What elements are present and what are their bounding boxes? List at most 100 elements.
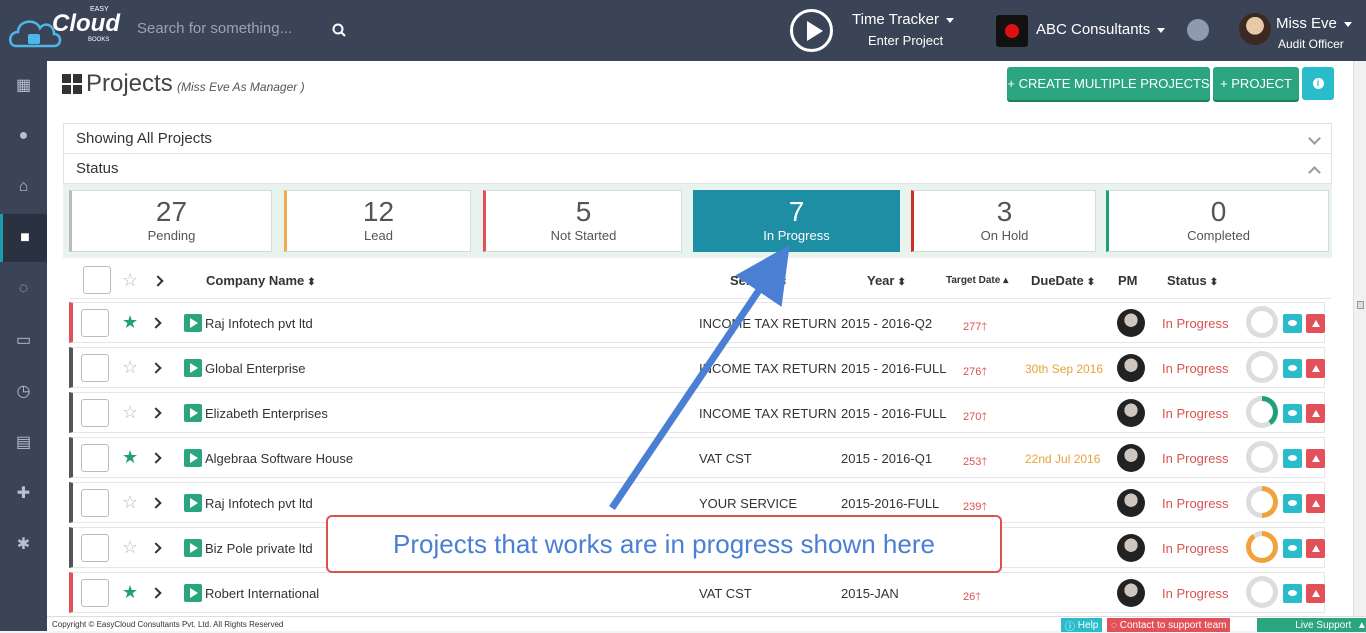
play-icon[interactable]	[184, 449, 202, 467]
view-icon[interactable]	[1283, 449, 1302, 468]
column-company[interactable]: Company Name ⬍	[206, 273, 316, 288]
showing-all-projects-panel[interactable]: Showing All Projects	[63, 123, 1332, 154]
document-icon[interactable]: ▭	[0, 316, 47, 364]
status-card-lead[interactable]: 12 Lead	[284, 190, 471, 252]
star-icon[interactable]: ☆	[122, 270, 138, 291]
user-icon[interactable]: ●	[0, 112, 47, 160]
view-icon[interactable]	[1283, 539, 1302, 558]
delete-icon[interactable]	[1306, 449, 1325, 468]
search-input[interactable]: Search for something...	[137, 20, 292, 37]
pm-avatar[interactable]	[1117, 579, 1145, 607]
expand-all-icon[interactable]	[152, 275, 164, 287]
dashboard-icon[interactable]: ▦	[0, 61, 47, 109]
delete-icon[interactable]	[1306, 404, 1325, 423]
chevron-up-icon[interactable]	[1308, 166, 1321, 179]
delete-icon[interactable]	[1306, 359, 1325, 378]
play-timer-icon[interactable]	[790, 9, 833, 52]
view-icon[interactable]	[1283, 314, 1302, 333]
newspaper-icon[interactable]: ▤	[0, 418, 47, 466]
row-checkbox[interactable]	[81, 309, 109, 337]
table-row[interactable]: ★ Raj Infotech pvt ltd INCOME TAX RETURN 20…	[69, 302, 1325, 343]
play-icon[interactable]	[184, 359, 202, 377]
expand-row-icon[interactable]	[150, 452, 162, 464]
bank-icon[interactable]: ⌂	[0, 163, 47, 211]
status-card-not-started[interactable]: 5 Not Started	[483, 190, 682, 252]
plus-icon[interactable]: ✚	[0, 469, 47, 517]
company-name[interactable]: Raj Infotech pvt ltd	[205, 496, 313, 511]
live-support-button[interactable]: Live Support ▲	[1257, 618, 1366, 632]
chat-icon[interactable]: ◌	[0, 265, 47, 313]
help-button[interactable]: ⓘ Help	[1061, 618, 1103, 633]
chevron-down-icon[interactable]	[1308, 132, 1321, 145]
search-icon[interactable]	[332, 23, 346, 37]
easycloud-logo[interactable]: Cloud EASY BOOKS	[8, 6, 123, 54]
delete-icon[interactable]	[1306, 314, 1325, 333]
star-icon[interactable]: ☆	[122, 402, 138, 423]
company-name[interactable]: Elizabeth Enterprises	[205, 406, 328, 421]
play-icon[interactable]	[184, 584, 202, 602]
view-icon[interactable]	[1283, 584, 1302, 603]
company-name[interactable]: Global Enterprise	[205, 361, 305, 376]
briefcase-icon[interactable]: ■	[0, 214, 47, 262]
star-icon[interactable]: ☆	[122, 492, 138, 513]
table-row[interactable]: ☆ Elizabeth Enterprises INCOME TAX RETURN 2…	[69, 392, 1325, 433]
play-icon[interactable]	[184, 404, 202, 422]
delete-icon[interactable]	[1306, 494, 1325, 513]
pm-avatar[interactable]	[1117, 489, 1145, 517]
row-checkbox[interactable]	[81, 489, 109, 517]
expand-row-icon[interactable]	[150, 497, 162, 509]
pm-avatar[interactable]	[1117, 399, 1145, 427]
table-row[interactable]: ★ Robert International VAT CST 2015-JAN 26🡑 I…	[69, 572, 1325, 613]
globe-icon[interactable]	[1187, 19, 1209, 41]
view-icon[interactable]	[1283, 494, 1302, 513]
pm-avatar[interactable]	[1117, 309, 1145, 337]
clock-icon[interactable]: ◷	[0, 367, 47, 415]
status-panel[interactable]: Status	[63, 153, 1332, 184]
play-icon[interactable]	[184, 314, 202, 332]
info-button[interactable]: i	[1302, 67, 1334, 100]
table-row[interactable]: ★ Algebraa Software House VAT CST 2015 - 20…	[69, 437, 1325, 478]
column-year[interactable]: Year ⬍	[867, 273, 906, 288]
scrollbar[interactable]	[1353, 61, 1366, 616]
user-menu[interactable]: Miss Eve	[1276, 15, 1352, 32]
play-icon[interactable]	[184, 539, 202, 557]
row-checkbox[interactable]	[81, 399, 109, 427]
pm-avatar[interactable]	[1117, 354, 1145, 382]
column-service[interactable]: Service ⬍	[730, 273, 788, 288]
expand-row-icon[interactable]	[150, 407, 162, 419]
status-card-on-hold[interactable]: 3 On Hold	[911, 190, 1096, 252]
gear-icon[interactable]: ✱	[0, 520, 47, 568]
pm-avatar[interactable]	[1117, 444, 1145, 472]
enter-project-link[interactable]: Enter Project	[868, 33, 943, 48]
view-icon[interactable]	[1283, 404, 1302, 423]
avatar[interactable]	[1239, 13, 1271, 45]
company-dropdown[interactable]: ABC Consultants	[1036, 21, 1166, 38]
column-target-date[interactable]: Target Date ▴	[946, 275, 1008, 286]
company-name[interactable]: Algebraa Software House	[205, 451, 353, 466]
expand-row-icon[interactable]	[150, 317, 162, 329]
star-icon[interactable]: ☆	[122, 537, 138, 558]
expand-row-icon[interactable]	[150, 542, 162, 554]
view-icon[interactable]	[1283, 359, 1302, 378]
pm-avatar[interactable]	[1117, 534, 1145, 562]
star-icon[interactable]: ★	[122, 582, 138, 603]
table-row[interactable]: ☆ Global Enterprise INCOME TAX RETURN 2015 …	[69, 347, 1325, 388]
expand-row-icon[interactable]	[150, 362, 162, 374]
row-checkbox[interactable]	[81, 579, 109, 607]
play-icon[interactable]	[184, 494, 202, 512]
delete-icon[interactable]	[1306, 539, 1325, 558]
contact-support-button[interactable]: ◌ Contact to support team	[1107, 618, 1231, 632]
time-tracker-dropdown[interactable]: Time Tracker	[852, 11, 954, 28]
row-checkbox[interactable]	[81, 354, 109, 382]
star-icon[interactable]: ★	[122, 312, 138, 333]
row-checkbox[interactable]	[81, 444, 109, 472]
company-name[interactable]: Robert International	[205, 586, 319, 601]
select-all-checkbox[interactable]	[83, 266, 111, 294]
status-card-in-progress[interactable]: 7 In Progress	[693, 190, 900, 252]
status-card-pending[interactable]: 27 Pending	[69, 190, 272, 252]
delete-icon[interactable]	[1306, 584, 1325, 603]
star-icon[interactable]: ☆	[122, 357, 138, 378]
status-card-completed[interactable]: 0 Completed	[1106, 190, 1329, 252]
column-due-date[interactable]: DueDate ⬍	[1031, 273, 1095, 288]
add-project-button[interactable]: + PROJECT	[1213, 67, 1299, 100]
